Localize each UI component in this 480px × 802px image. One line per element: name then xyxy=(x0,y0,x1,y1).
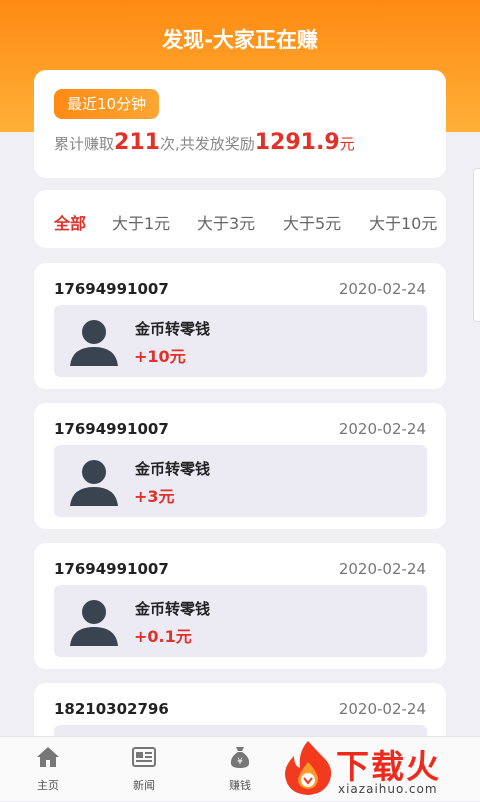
record-amount: +3元 xyxy=(134,487,175,506)
money-bag-icon: ¥ xyxy=(230,747,250,768)
record-date: 2020-02-24 xyxy=(338,560,426,578)
record-phone: 17694991007 xyxy=(54,420,169,438)
flame-logo-icon xyxy=(285,741,332,795)
watermark-url: xiazaihuo.com xyxy=(338,782,438,796)
summary-card: 最近10分钟 累计赚取211次,共发放奖励1291.9元 xyxy=(34,70,446,178)
nav-home[interactable]: 主页 xyxy=(18,737,78,801)
summary-prefix: 累计赚取 xyxy=(54,135,115,153)
record-date: 2020-02-24 xyxy=(338,420,426,438)
page-title: 发现-大家正在赚 xyxy=(162,28,318,52)
summary-count: 211 xyxy=(114,130,160,155)
record-amount: +0.1元 xyxy=(134,627,192,646)
nav-news-label: 新闻 xyxy=(133,779,155,792)
filter-over-10[interactable]: 大于10元 xyxy=(369,210,437,234)
record-phone: 17694991007 xyxy=(54,280,169,298)
record-phone: 17694991007 xyxy=(54,560,169,578)
nav-home-label: 主页 xyxy=(37,779,59,792)
record-date: 2020-02-24 xyxy=(338,280,426,298)
filter-over-5[interactable]: 大于5元 xyxy=(283,210,341,234)
record-description: 金币转零钱 xyxy=(135,460,211,478)
filter-bar: 全部 大于1元 大于3元 大于5元 大于10元 xyxy=(34,190,446,248)
watermark: 下载火 xiazaihuo.com xyxy=(280,738,480,800)
side-scroll-handle[interactable] xyxy=(473,168,480,322)
record-detail: 金币转零钱 +10元 xyxy=(54,305,427,377)
news-icon xyxy=(132,747,156,767)
nav-earn[interactable]: ¥ 赚钱 xyxy=(210,737,270,801)
record-detail: 金币转零钱 +0.1元 xyxy=(54,585,427,657)
record-description: 金币转零钱 xyxy=(135,600,211,618)
user-avatar-icon xyxy=(70,320,118,366)
record-detail: 金币转零钱 +3元 xyxy=(54,445,427,517)
filter-all[interactable]: 全部 xyxy=(54,210,86,234)
record-date: 2020-02-24 xyxy=(338,700,426,718)
user-avatar-icon xyxy=(70,600,118,646)
record-card[interactable]: 17694991007 2020-02-24 金币转零钱 +10元 xyxy=(34,263,446,389)
filter-over-1[interactable]: 大于1元 xyxy=(112,210,170,234)
record-phone: 18210302796 xyxy=(54,700,169,718)
filter-over-3[interactable]: 大于3元 xyxy=(197,210,255,234)
svg-text:¥: ¥ xyxy=(237,757,243,767)
record-card[interactable]: 17694991007 2020-02-24 金币转零钱 +3元 xyxy=(34,403,446,529)
nav-news[interactable]: 新闻 xyxy=(114,737,174,801)
time-range-badge: 最近10分钟 xyxy=(54,89,160,119)
record-amount: +10元 xyxy=(134,347,186,366)
nav-earn-label: 赚钱 xyxy=(229,779,251,792)
record-description: 金币转零钱 xyxy=(135,320,211,338)
summary-unit: 元 xyxy=(339,135,355,153)
summary-mid: 次,共发放奖励 xyxy=(159,135,255,153)
home-icon xyxy=(37,747,59,767)
summary-text: 累计赚取211次,共发放奖励1291.9元 xyxy=(54,130,355,155)
watermark-text: 下载火 xyxy=(336,747,441,786)
summary-amount: 1291.9 xyxy=(254,130,340,155)
record-card[interactable]: 17694991007 2020-02-24 金币转零钱 +0.1元 xyxy=(34,543,446,669)
user-avatar-icon xyxy=(70,460,118,506)
